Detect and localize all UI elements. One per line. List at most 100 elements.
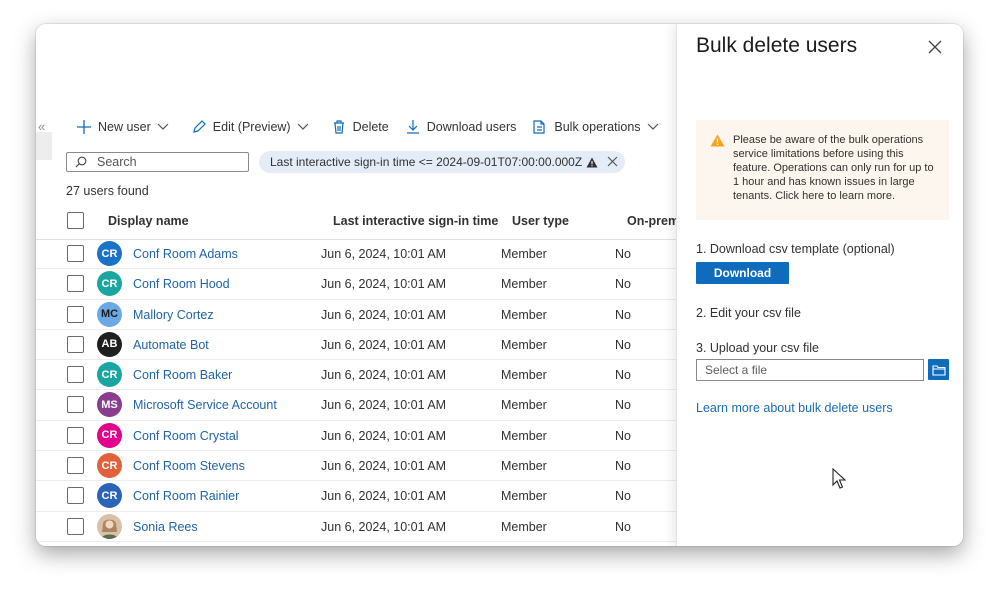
col-last-signin[interactable]: Last interactive sign-in time bbox=[333, 214, 498, 228]
users-table-body: CR Conf Room Adams Jun 6, 2024, 10:01 AM… bbox=[36, 239, 676, 542]
signin-time: Jun 6, 2024, 10:01 AM bbox=[321, 337, 447, 352]
on-prem-value: No bbox=[615, 368, 631, 383]
avatar-photo bbox=[97, 513, 122, 539]
search-icon bbox=[75, 156, 87, 168]
user-type: Member bbox=[501, 307, 547, 322]
row-checkbox[interactable] bbox=[67, 275, 84, 293]
row-checkbox[interactable] bbox=[67, 457, 84, 475]
remove-filter-icon[interactable] bbox=[606, 155, 619, 168]
row-checkbox[interactable] bbox=[67, 335, 84, 353]
table-row[interactable]: CR Conf Room Rainier Jun 6, 2024, 10:01 … bbox=[36, 481, 676, 512]
table-row[interactable]: AB Automate Bot Jun 6, 2024, 10:01 AM Me… bbox=[36, 330, 676, 361]
download-icon bbox=[406, 120, 419, 134]
user-type: Member bbox=[501, 489, 547, 504]
on-prem-value: No bbox=[615, 519, 631, 534]
table-row[interactable]: CR Conf Room Adams Jun 6, 2024, 10:01 AM… bbox=[36, 239, 676, 270]
download-users-label: Download users bbox=[426, 120, 517, 134]
avatar: CR bbox=[97, 483, 122, 509]
row-checkbox[interactable] bbox=[67, 245, 84, 262]
col-display-name[interactable]: Display name bbox=[108, 214, 189, 228]
col-on-prem[interactable]: On-prem bbox=[627, 214, 679, 228]
avatar: MS bbox=[97, 392, 122, 418]
notice-text: Please be aware of the bulk operations s… bbox=[733, 134, 934, 202]
user-name-link[interactable]: Microsoft Service Account bbox=[133, 398, 277, 412]
user-name-link[interactable]: Conf Room Hood bbox=[133, 277, 230, 291]
trash-icon bbox=[333, 120, 344, 134]
select-all-checkbox[interactable] bbox=[67, 212, 84, 229]
user-type: Member bbox=[501, 459, 547, 474]
on-prem-value: No bbox=[615, 307, 631, 322]
user-name-link[interactable]: Conf Room Adams bbox=[133, 247, 238, 261]
service-limitations-notice[interactable]: Please be aware of the bulk operations s… bbox=[696, 120, 949, 220]
panel-title: Bulk delete users bbox=[696, 34, 858, 57]
signin-time: Jun 6, 2024, 10:01 AM bbox=[321, 428, 447, 443]
user-name-link[interactable]: Conf Room Baker bbox=[133, 368, 232, 382]
warning-icon bbox=[586, 157, 598, 167]
file-select-input[interactable]: Select a file bbox=[696, 359, 924, 381]
user-type: Member bbox=[501, 277, 547, 292]
user-name-link[interactable]: Mallory Cortez bbox=[133, 308, 214, 322]
folder-icon bbox=[931, 364, 946, 376]
signin-time: Jun 6, 2024, 10:01 AM bbox=[321, 277, 447, 292]
delete-label: Delete bbox=[352, 120, 389, 134]
new-user-button[interactable]: New user bbox=[76, 119, 175, 135]
bulk-operations-button[interactable]: Bulk operations bbox=[532, 119, 664, 135]
row-checkbox[interactable] bbox=[67, 517, 84, 535]
close-icon[interactable] bbox=[928, 40, 942, 54]
user-type: Member bbox=[501, 519, 547, 534]
search-box[interactable] bbox=[66, 152, 249, 172]
on-prem-value: No bbox=[615, 247, 631, 261]
pencil-icon bbox=[192, 120, 206, 133]
signin-time: Jun 6, 2024, 10:01 AM bbox=[321, 247, 447, 261]
signin-time: Jun 6, 2024, 10:01 AM bbox=[321, 307, 447, 322]
edit-label: Edit (Preview) bbox=[212, 120, 291, 134]
delete-button[interactable]: Delete bbox=[331, 119, 389, 135]
user-name-link[interactable]: Automate Bot bbox=[133, 338, 209, 352]
filter-pill[interactable]: Last interactive sign-in time <= 2024-09… bbox=[259, 151, 625, 173]
row-checkbox[interactable] bbox=[67, 426, 84, 444]
row-checkbox[interactable] bbox=[67, 396, 84, 414]
browse-file-button[interactable] bbox=[928, 359, 949, 380]
search-input[interactable] bbox=[95, 154, 239, 170]
chevron-down-icon[interactable] bbox=[157, 123, 169, 131]
bulk-delete-panel: Bulk delete users Please be aware of the… bbox=[676, 24, 963, 546]
chevron-down-icon[interactable] bbox=[647, 123, 659, 131]
table-header: Display name Last interactive sign-in ti… bbox=[36, 204, 679, 240]
warning-icon bbox=[710, 134, 725, 147]
user-name-link[interactable]: Conf Room Rainier bbox=[133, 489, 239, 503]
nav-grip[interactable] bbox=[36, 132, 52, 160]
edit-preview-button[interactable]: Edit (Preview) bbox=[191, 119, 315, 135]
plus-icon bbox=[77, 120, 91, 134]
user-type: Member bbox=[501, 368, 547, 383]
app-window: « New user Edit (Preview) Delete Downloa… bbox=[36, 24, 963, 546]
user-name-link[interactable]: Sonia Rees bbox=[133, 520, 198, 534]
on-prem-value: No bbox=[615, 489, 631, 504]
col-user-type[interactable]: User type bbox=[512, 214, 569, 228]
table-row[interactable]: CR Conf Room Hood Jun 6, 2024, 10:01 AM … bbox=[36, 269, 676, 300]
table-row[interactable]: CR Conf Room Stevens Jun 6, 2024, 10:01 … bbox=[36, 451, 676, 482]
command-bar: New user Edit (Preview) Delete Download … bbox=[76, 116, 735, 138]
user-type: Member bbox=[501, 428, 547, 443]
avatar: CR bbox=[97, 422, 122, 448]
chevron-down-icon[interactable] bbox=[297, 123, 309, 131]
table-row[interactable]: MC Mallory Cortez Jun 6, 2024, 10:01 AM … bbox=[36, 300, 676, 330]
learn-more-link[interactable]: Learn more about bulk delete users bbox=[696, 401, 893, 415]
row-checkbox[interactable] bbox=[67, 305, 84, 323]
on-prem-value: No bbox=[615, 337, 631, 352]
on-prem-value: No bbox=[615, 277, 631, 292]
row-checkbox[interactable] bbox=[67, 366, 84, 384]
table-row[interactable]: MS Microsoft Service Account Jun 6, 2024… bbox=[36, 390, 676, 421]
table-row[interactable]: Sonia Rees Jun 6, 2024, 10:01 AM Member … bbox=[36, 512, 676, 542]
download-users-button[interactable]: Download users bbox=[405, 119, 517, 135]
signin-time: Jun 6, 2024, 10:01 AM bbox=[321, 459, 447, 474]
user-name-link[interactable]: Conf Room Stevens bbox=[133, 459, 245, 473]
user-name-link[interactable]: Conf Room Crystal bbox=[133, 429, 239, 443]
table-row[interactable]: CR Conf Room Crystal Jun 6, 2024, 10:01 … bbox=[36, 421, 676, 452]
table-row[interactable]: CR Conf Room Baker Jun 6, 2024, 10:01 AM… bbox=[36, 360, 676, 391]
user-type: Member bbox=[501, 337, 547, 352]
download-template-button[interactable]: Download bbox=[696, 262, 789, 284]
user-type: Member bbox=[501, 247, 547, 261]
mouse-cursor-icon bbox=[832, 468, 846, 489]
user-type: Member bbox=[501, 398, 547, 413]
row-checkbox[interactable] bbox=[67, 487, 84, 505]
